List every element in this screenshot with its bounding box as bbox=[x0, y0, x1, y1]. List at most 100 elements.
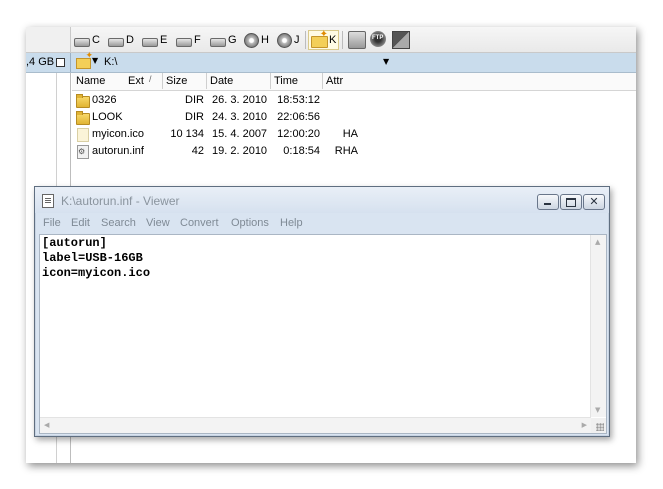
viewer-title-bar[interactable]: K:\autorun.inf - Viewer ✕ bbox=[35, 187, 609, 213]
close-icon: ✕ bbox=[589, 195, 599, 208]
menu-edit[interactable]: Edit bbox=[71, 217, 90, 229]
file-attr: HA bbox=[342, 128, 358, 140]
drive-letter: F bbox=[194, 34, 201, 46]
horizontal-scrollbar[interactable]: ◀ ▶ bbox=[40, 417, 591, 433]
scroll-right-icon[interactable]: ▶ bbox=[582, 421, 587, 429]
menu-convert[interactable]: Convert bbox=[180, 217, 219, 229]
drive-button-k[interactable]: K bbox=[308, 29, 340, 50]
menu-file[interactable]: File bbox=[43, 217, 61, 229]
column-headers: Name Ext / Size Date Time Attr bbox=[72, 73, 636, 91]
scroll-up-icon[interactable]: ▲ bbox=[595, 238, 600, 246]
drive-button-f[interactable]: F bbox=[176, 31, 201, 49]
drive-button-c[interactable]: C bbox=[74, 31, 100, 49]
free-space-text: ,4 GB bbox=[26, 56, 55, 68]
column-separator[interactable] bbox=[270, 73, 271, 89]
column-header-time[interactable]: Time bbox=[274, 75, 298, 87]
menu-help[interactable]: Help bbox=[280, 217, 303, 229]
file-name: myicon.ico bbox=[92, 128, 144, 140]
hard-disk-icon bbox=[210, 37, 226, 47]
drive-letter: K bbox=[329, 34, 337, 46]
hard-disk-icon bbox=[176, 37, 192, 47]
document-icon bbox=[42, 194, 54, 208]
cd-drive-icon bbox=[277, 32, 292, 48]
sync-icon[interactable] bbox=[392, 31, 410, 49]
drive-letter: J bbox=[294, 34, 300, 46]
file-size: 42 bbox=[191, 145, 204, 157]
drive-letter: G bbox=[228, 34, 237, 46]
chevron-down-icon[interactable]: ▼ bbox=[92, 56, 98, 65]
menu-search[interactable]: Search bbox=[101, 217, 136, 229]
drive-letter: E bbox=[160, 34, 168, 46]
folder-icon bbox=[75, 110, 90, 125]
cd-drive-icon bbox=[244, 32, 259, 48]
file-date: 15. 4. 2007 bbox=[212, 128, 268, 140]
menu-view[interactable]: View bbox=[146, 217, 170, 229]
maximize-button[interactable] bbox=[560, 194, 582, 210]
resize-grip-icon[interactable] bbox=[591, 418, 606, 433]
ftp-label: FTP bbox=[372, 35, 384, 41]
column-separator[interactable] bbox=[206, 73, 207, 89]
checkbox-icon[interactable] bbox=[56, 57, 66, 67]
toolbar-separator bbox=[342, 31, 343, 49]
menu-options[interactable]: Options bbox=[231, 217, 269, 229]
file-time: 0:18:54 bbox=[283, 145, 320, 157]
file-name: LOOK bbox=[92, 111, 123, 123]
file-date: 24. 3. 2010 bbox=[212, 111, 268, 123]
vertical-scrollbar[interactable]: ▲ ▼ bbox=[590, 235, 606, 417]
ftp-icon[interactable]: FTP bbox=[370, 31, 386, 47]
left-pane-toolbar bbox=[26, 27, 71, 52]
viewer-title: K:\autorun.inf - Viewer bbox=[61, 194, 180, 208]
drive-button-j[interactable]: J bbox=[277, 31, 300, 49]
scroll-down-icon[interactable]: ▼ bbox=[595, 406, 600, 414]
drive-letter: D bbox=[126, 34, 134, 46]
hard-disk-icon bbox=[142, 37, 158, 47]
drive-toolbar: C D E F G H J K bbox=[26, 27, 636, 53]
path-bar: ,4 GB ▼ K:\ ▼ bbox=[26, 51, 636, 73]
table-row[interactable]: LOOK DIR 24. 3. 2010 22:06:56 bbox=[72, 109, 636, 126]
scroll-left-icon[interactable]: ◀ bbox=[44, 421, 49, 429]
file-size: DIR bbox=[185, 94, 204, 106]
file-size: DIR bbox=[185, 111, 204, 123]
file-date: 19. 2. 2010 bbox=[212, 145, 268, 157]
column-header-attr[interactable]: Attr bbox=[326, 75, 343, 87]
drive-button-e[interactable]: E bbox=[142, 31, 167, 49]
path-dropdown-arrow-icon[interactable]: ▼ bbox=[383, 57, 389, 66]
hard-disk-icon bbox=[108, 37, 124, 47]
file-time: 12:00:20 bbox=[277, 128, 320, 140]
drive-letter: C bbox=[92, 34, 100, 46]
file-content-text[interactable]: [autorun] label=USB-16GB icon=myicon.ico bbox=[42, 236, 150, 281]
drive-button-g[interactable]: G bbox=[210, 31, 237, 49]
drive-letter: H bbox=[261, 34, 269, 46]
minimize-button[interactable] bbox=[537, 194, 559, 210]
drive-button-d[interactable]: D bbox=[108, 31, 134, 49]
hard-disk-icon bbox=[74, 37, 90, 47]
file-name: autorun.inf bbox=[92, 145, 144, 157]
table-row[interactable]: myicon.ico 10 134 15. 4. 2007 12:00:20 H… bbox=[72, 126, 636, 143]
path-folder-icon[interactable] bbox=[76, 51, 93, 69]
current-path[interactable]: K:\ bbox=[104, 56, 117, 68]
usb-folder-icon bbox=[311, 29, 328, 48]
toolbar-separator bbox=[305, 31, 306, 49]
free-space-indicator: ,4 GB bbox=[26, 56, 66, 68]
path-separator bbox=[70, 53, 71, 72]
table-row[interactable]: 0326 DIR 26. 3. 2010 18:53:12 bbox=[72, 92, 636, 109]
column-header-name[interactable]: Name bbox=[76, 75, 105, 87]
file-time: 22:06:56 bbox=[277, 111, 320, 123]
column-header-date[interactable]: Date bbox=[210, 75, 233, 87]
table-row[interactable]: autorun.inf 42 19. 2. 2010 0:18:54 RHA bbox=[72, 143, 636, 160]
column-header-ext[interactable]: Ext bbox=[128, 75, 144, 87]
viewer-content-area[interactable]: [autorun] label=USB-16GB icon=myicon.ico… bbox=[39, 234, 607, 434]
file-size: 10 134 bbox=[170, 128, 204, 140]
column-separator[interactable] bbox=[162, 73, 163, 89]
maximize-icon bbox=[566, 198, 576, 207]
file-date: 26. 3. 2010 bbox=[212, 94, 268, 106]
drive-button-h[interactable]: H bbox=[244, 31, 269, 49]
network-icon[interactable] bbox=[348, 31, 366, 49]
viewer-window: K:\autorun.inf - Viewer ✕ File Edit Sear… bbox=[34, 186, 610, 437]
folder-icon bbox=[75, 93, 90, 108]
close-button[interactable]: ✕ bbox=[583, 194, 605, 210]
file-name: 0326 bbox=[92, 94, 117, 106]
column-separator[interactable] bbox=[322, 73, 323, 89]
file-attr: RHA bbox=[334, 145, 358, 157]
column-header-size[interactable]: Size bbox=[166, 75, 187, 87]
